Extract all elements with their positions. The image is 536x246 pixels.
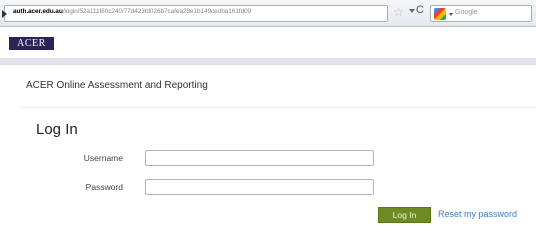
bookmark-star-icon[interactable]: ☆ xyxy=(393,5,404,19)
username-label: Username xyxy=(83,153,123,163)
site-header xyxy=(0,27,536,59)
reset-password-link[interactable]: Reset my password xyxy=(438,209,517,219)
acer-logo[interactable]: ACER xyxy=(9,37,54,50)
password-field[interactable] xyxy=(145,179,374,195)
login-button[interactable]: Log In xyxy=(378,207,431,223)
password-label: Password xyxy=(85,182,123,192)
address-url[interactable]: auth.acer.edu.au/login/52a111f80c240/77d… xyxy=(13,8,251,15)
search-placeholder: Google xyxy=(455,9,478,16)
address-bar[interactable]: auth.acer.edu.au/login/52a111f80c240/77d… xyxy=(2,5,388,22)
search-engine-dropdown-icon[interactable] xyxy=(449,13,453,16)
username-field[interactable] xyxy=(145,150,374,166)
app-title: ACER Online Assessment and Reporting xyxy=(26,80,208,91)
reload-icon[interactable]: C xyxy=(416,4,424,16)
divider xyxy=(20,107,536,108)
page-arrow-icon xyxy=(2,10,7,18)
url-domain: auth.acer.edu.au xyxy=(13,8,63,15)
page-title: Log In xyxy=(36,121,78,138)
browser-toolbar: auth.acer.edu.au/login/52a111f80c240/77d… xyxy=(0,0,536,27)
search-box[interactable]: Google xyxy=(430,5,532,22)
google-icon[interactable] xyxy=(434,8,446,20)
history-dropdown-icon[interactable] xyxy=(409,9,415,13)
nav-strip xyxy=(0,59,536,65)
url-path: /login/52a111f80c240/77d423fd026b7cafea2… xyxy=(62,8,252,15)
